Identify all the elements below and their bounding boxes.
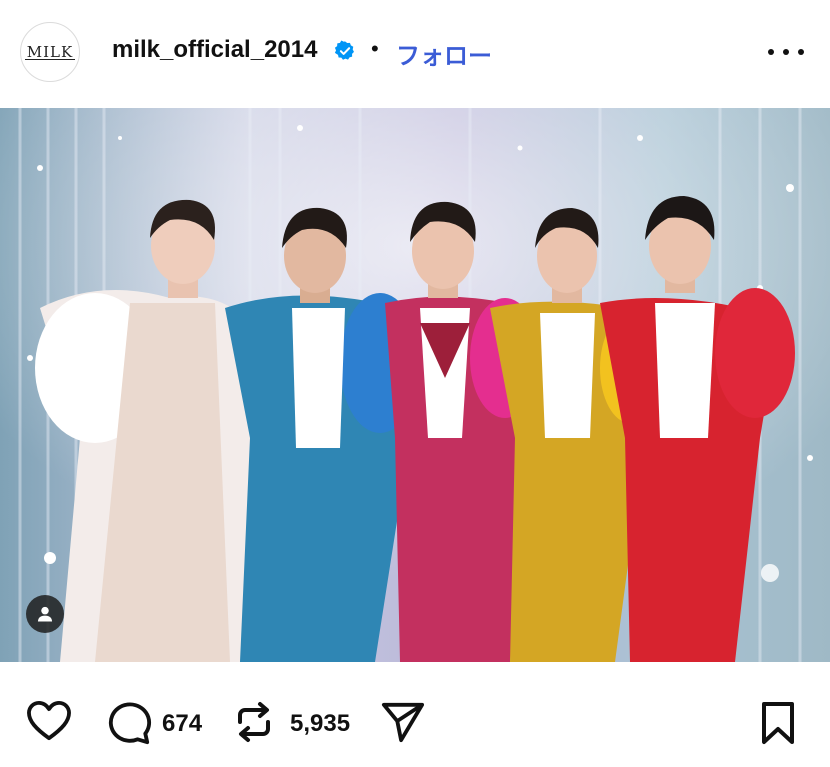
username-link[interactable]: milk_official_2014 (112, 36, 317, 64)
user-tag-button[interactable] (26, 595, 64, 633)
more-dot-icon (798, 49, 804, 55)
verified-badge-icon (334, 40, 354, 60)
separator-dot: • (371, 36, 379, 61)
repost-count: 5,935 (290, 710, 351, 737)
post-photo[interactable] (0, 108, 830, 662)
avatar[interactable]: MILK (20, 22, 80, 82)
comment-icon[interactable] (106, 700, 152, 746)
comment-count: 674 (162, 710, 203, 737)
user-tag-icon (37, 606, 53, 622)
more-options-button[interactable] (768, 40, 804, 64)
heart-icon[interactable] (26, 700, 72, 742)
send-icon[interactable] (380, 700, 426, 744)
post-header: MILK milk_official_2014 • フォロー (0, 0, 830, 108)
action-bar: 674 5,935 (0, 662, 830, 767)
more-dot-icon (783, 49, 789, 55)
group-photo-illustration (0, 108, 830, 662)
bookmark-icon[interactable] (760, 700, 796, 746)
follow-button[interactable]: フォロー (396, 36, 492, 71)
avatar-logo: MILK (24, 42, 76, 61)
more-dot-icon (768, 49, 774, 55)
repost-icon[interactable] (234, 700, 274, 744)
